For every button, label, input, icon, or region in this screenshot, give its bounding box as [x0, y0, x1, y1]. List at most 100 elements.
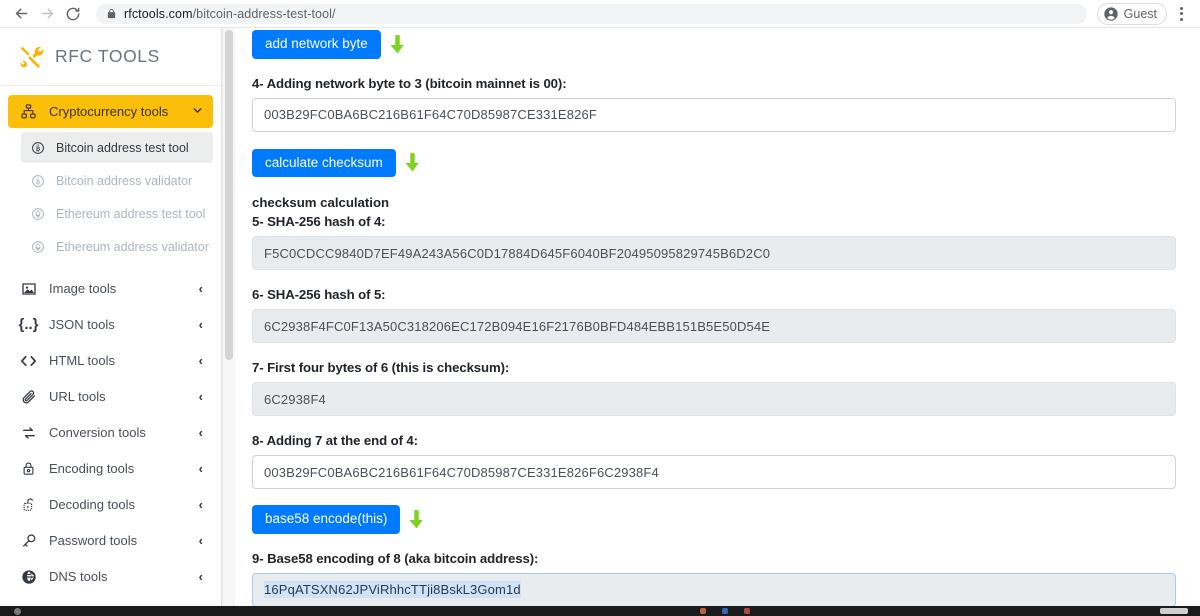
url-path: /bitcoin-address-test-tool/	[192, 6, 336, 21]
sidebar-item-label: Conversion tools	[49, 425, 146, 440]
chevron-left-icon: ‹	[198, 533, 203, 548]
taskbar-app-icon[interactable]	[722, 608, 728, 614]
os-taskbar	[0, 606, 1200, 616]
sidebar-item-password-tools[interactable]: Password tools ‹	[8, 524, 213, 557]
taskbar-app-icons	[700, 608, 750, 614]
sidebar-item-bitcoin-address-test-tool[interactable]: B Bitcoin address test tool	[21, 132, 213, 163]
address-bar[interactable]: rfctools.com/bitcoin-address-test-tool/	[96, 3, 1087, 24]
url-text: rfctools.com/bitcoin-address-test-tool/	[124, 7, 336, 21]
forward-arrow-icon[interactable]	[34, 1, 60, 27]
bitcoin-circle-icon: B	[29, 141, 46, 155]
chevron-left-icon: ‹	[198, 317, 203, 332]
lock-icon	[106, 8, 117, 19]
base58-encode-row: base58 encode(this)	[252, 505, 1176, 534]
step6-label: 6- SHA-256 hash of 5:	[252, 287, 386, 302]
sidebar-item-whois-tools[interactable]: Whois tools ‹	[8, 596, 213, 606]
sidebar-item-encoding-tools[interactable]: Encoding tools ‹	[8, 452, 213, 485]
step4-label: 4- Adding network byte to 3 (bitcoin mai…	[252, 75, 567, 91]
selected-address-text: 16PqATSXN62JPViRhhcTTji8BskL3Gom1d	[264, 581, 521, 598]
taskbar-tray[interactable]	[1160, 608, 1188, 614]
sidebar-item-json-tools[interactable]: {..} JSON tools ‹	[8, 308, 213, 341]
main-content: add network byte 4- Adding network byte …	[236, 28, 1200, 606]
crossed-tools-icon	[18, 44, 44, 70]
bitcoin-circle-icon: B	[29, 174, 46, 188]
step5-output[interactable]: F5C0CDCC9840D7EF49A243A56C0D17884D645F60…	[252, 236, 1176, 270]
sidebar-item-image-tools[interactable]: Image tools ‹	[8, 272, 213, 305]
sidebar-item-decoding-tools[interactable]: Decoding tools ‹	[8, 488, 213, 521]
sidebar-subitem-label: Bitcoin address validator	[56, 173, 193, 188]
sidebar-subitem-label: Bitcoin address test tool	[56, 140, 189, 155]
browser-toolbar: rfctools.com/bitcoin-address-test-tool/ …	[0, 0, 1200, 28]
chevron-left-icon: ‹	[198, 281, 203, 296]
sidebar-item-url-tools[interactable]: URL tools ‹	[8, 380, 213, 413]
step8-label: 8- Adding 7 at the end of 4:	[252, 433, 418, 448]
chevron-left-icon: ‹	[198, 389, 203, 404]
url-host: rfctools.com	[124, 6, 193, 21]
sidebar-item-ethereum-address-test-tool[interactable]: Ethereum address test tool	[21, 198, 213, 229]
step4-input[interactable]: 003B29FC0BA6BC216B61F64C70D85987CE331E82…	[252, 97, 1176, 132]
step9-output-bitcoin-address[interactable]: 16PqATSXN62JPViRhhcTTji8BskL3Gom1d	[252, 572, 1176, 606]
profile-label: Guest	[1123, 6, 1157, 21]
sidebar-submenu-cryptocurrency: B Bitcoin address test tool B Bitcoin ad…	[0, 132, 221, 272]
sidebar-item-ethereum-address-validator[interactable]: Ethereum address validator	[21, 231, 213, 262]
sidebar-item-conversion-tools[interactable]: Conversion tools ‹	[8, 416, 213, 449]
key-icon	[19, 533, 38, 549]
image-icon	[19, 281, 38, 297]
calculate-checksum-button[interactable]: calculate checksum	[252, 148, 396, 177]
three-dot-menu-icon[interactable]	[1170, 2, 1192, 26]
sidebar-item-label: URL tools	[49, 389, 106, 404]
sidebar-item-html-tools[interactable]: HTML tools ‹	[8, 344, 213, 377]
ethereum-circle-icon	[29, 207, 46, 221]
base58-encode-button[interactable]: base58 encode(this)	[252, 505, 401, 534]
lock-open-icon	[19, 497, 38, 512]
sidebar-item-label: Cryptocurrency tools	[49, 104, 169, 119]
account-circle-icon	[1103, 6, 1119, 22]
sidebar-item-label: Password tools	[49, 533, 138, 548]
sidebar-item-label: Encoding tools	[49, 461, 135, 476]
sidebar-item-label: DNS tools	[49, 569, 108, 584]
profile-button[interactable]: Guest	[1096, 2, 1167, 25]
angle-brackets-icon	[19, 354, 38, 368]
sidebar-nav: Cryptocurrency tools B Bitcoin address t…	[0, 86, 221, 606]
sidebar-item-label: HTML tools	[49, 353, 115, 368]
taskbar-start-icon[interactable]	[14, 608, 21, 615]
green-down-arrow-icon	[390, 34, 405, 54]
reload-icon[interactable]	[60, 1, 86, 27]
calculate-checksum-row: calculate checksum	[252, 148, 1176, 177]
sidebar-scrollbar-thumb[interactable]	[225, 30, 233, 360]
json-braces-icon: {..}	[18, 316, 39, 333]
chevron-down-icon	[192, 104, 203, 119]
globe-icon	[19, 569, 38, 585]
step7-output[interactable]: 6C2938F4	[252, 382, 1176, 416]
green-down-arrow-icon	[409, 509, 424, 529]
brand-title: RFC TOOLS	[55, 46, 160, 66]
step7-label: 7- First four bytes of 6 (this is checks…	[252, 360, 510, 375]
sidebar-subitem-label: Ethereum address test tool	[56, 206, 206, 221]
chevron-left-icon: ‹	[198, 461, 203, 476]
sidebar-item-label: JSON tools	[49, 317, 115, 332]
chevron-left-icon: ‹	[198, 353, 203, 368]
taskbar-app-icon[interactable]	[744, 608, 750, 614]
brand-logo[interactable]: RFC TOOLS	[0, 28, 221, 86]
green-down-arrow-icon	[405, 153, 420, 172]
exchange-arrows-icon	[19, 425, 38, 441]
sidebar: RFC TOOLS Cryptocurrency tools B Bitcoin…	[0, 28, 222, 606]
step8-input[interactable]: 003B29FC0BA6BC216B61F64C70D85987CE331E82…	[252, 455, 1176, 489]
back-arrow-icon[interactable]	[8, 1, 34, 27]
taskbar-app-icon[interactable]	[700, 608, 706, 614]
sidebar-scrollbar-track[interactable]	[222, 28, 235, 606]
sidebar-subitem-label: Ethereum address validator	[56, 239, 209, 254]
checksum-calculation-heading: checksum calculation	[252, 195, 390, 210]
step6-output[interactable]: 6C2938F4FC0F13A50C318206EC172B094E16F217…	[252, 309, 1176, 343]
add-network-byte-button[interactable]: add network byte	[252, 30, 381, 59]
sidebar-item-cryptocurrency-tools[interactable]: Cryptocurrency tools	[8, 95, 213, 128]
add-network-byte-row: add network byte	[252, 30, 1176, 59]
sidebar-item-bitcoin-address-validator[interactable]: B Bitcoin address validator	[21, 165, 213, 196]
sidebar-item-label: Decoding tools	[49, 497, 135, 512]
step5-label: 5- SHA-256 hash of 4:	[252, 214, 386, 229]
browser-window: rfctools.com/bitcoin-address-test-tool/ …	[0, 0, 1200, 616]
chevron-left-icon: ‹	[198, 497, 203, 512]
sidebar-item-dns-tools[interactable]: DNS tools ‹	[8, 560, 213, 593]
step9-label: 9- Base58 encoding of 8 (aka bitcoin add…	[252, 550, 539, 566]
paperclip-icon	[19, 389, 38, 405]
